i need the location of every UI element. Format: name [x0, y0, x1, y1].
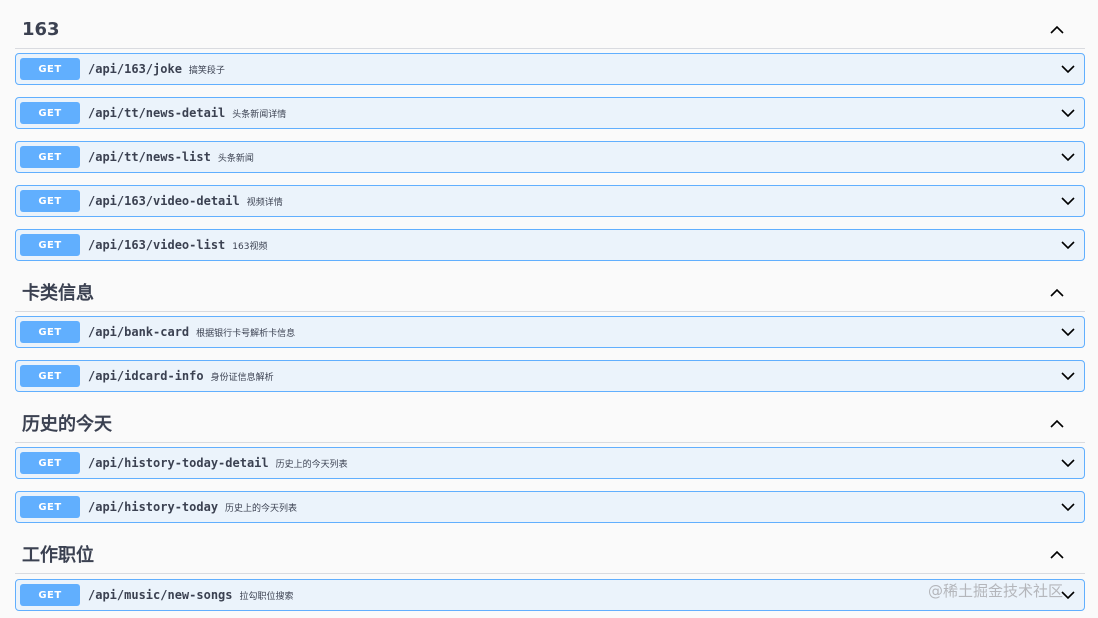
operation-row[interactable]: GET /api/history-today 历史上的今天列表 [15, 491, 1085, 523]
operation-path: /api/163/video-detail [88, 194, 240, 208]
section-title: 卡类信息 [22, 283, 94, 304]
operation-summary: 拉勾职位搜索 [239, 591, 294, 602]
operation-row[interactable]: GET /api/music/new-songs 拉勾职位搜索 [15, 579, 1085, 611]
operation-path: /api/tt/news-detail [88, 106, 226, 120]
chevron-down-icon[interactable] [1058, 497, 1078, 517]
chevron-down-icon[interactable] [1058, 453, 1078, 473]
operation-row[interactable]: GET /api/tt/news-list 头条新闻 [15, 141, 1085, 173]
operation-path: /api/music/new-songs [88, 588, 233, 602]
section-header-jobs[interactable]: 工作职位 [15, 535, 1085, 574]
operation-summary: 头条新闻详情 [232, 109, 287, 120]
chevron-down-icon[interactable] [1058, 366, 1078, 386]
operation-path: /api/history-today-detail [88, 456, 269, 470]
chevron-up-icon[interactable] [1047, 19, 1067, 39]
operation-path: /api/idcard-info [88, 369, 204, 383]
operation-row[interactable]: GET /api/tt/news-detail 头条新闻详情 [15, 97, 1085, 129]
chevron-down-icon[interactable] [1058, 322, 1078, 342]
method-badge: GET [20, 58, 80, 80]
operation-row[interactable]: GET /api/idcard-info 身份证信息解析 [15, 360, 1085, 392]
chevron-up-icon[interactable] [1047, 544, 1067, 564]
operation-row[interactable]: GET /api/163/video-list 163视频 [15, 229, 1085, 261]
operation-summary: 头条新闻 [217, 153, 254, 164]
chevron-down-icon[interactable] [1058, 235, 1078, 255]
chevron-up-icon[interactable] [1047, 282, 1067, 302]
operation-summary: 身份证信息解析 [210, 372, 274, 383]
method-badge: GET [20, 146, 80, 168]
method-badge: GET [20, 234, 80, 256]
chevron-down-icon[interactable] [1058, 191, 1078, 211]
method-badge: GET [20, 452, 80, 474]
operation-path: /api/163/video-list [88, 238, 226, 252]
operation-path: /api/bank-card [88, 325, 190, 339]
section-header-163[interactable]: 163 [15, 10, 1085, 49]
chevron-down-icon[interactable] [1058, 103, 1078, 123]
section-header-card-info[interactable]: 卡类信息 [15, 273, 1085, 312]
operation-summary: 历史上的今天列表 [275, 459, 348, 470]
operation-row[interactable]: GET /api/bank-card 根据银行卡号解析卡信息 [15, 316, 1085, 348]
method-badge: GET [20, 190, 80, 212]
operation-summary: 163视频 [232, 241, 268, 252]
section-title: 163 [22, 18, 60, 40]
operation-summary: 根据银行卡号解析卡信息 [196, 328, 296, 339]
section-title: 工作职位 [22, 545, 94, 566]
method-badge: GET [20, 496, 80, 518]
operation-summary: 历史上的今天列表 [225, 503, 298, 514]
operation-row[interactable]: GET /api/163/video-detail 视频详情 [15, 185, 1085, 217]
method-badge: GET [20, 584, 80, 606]
operation-summary: 视频详情 [246, 197, 283, 208]
method-badge: GET [20, 321, 80, 343]
operation-path: /api/163/joke [88, 62, 182, 76]
operation-row[interactable]: GET /api/163/joke 搞笑段子 [15, 53, 1085, 85]
operation-path: /api/tt/news-list [88, 150, 211, 164]
section-header-history-today[interactable]: 历史的今天 [15, 404, 1085, 443]
swagger-operations-list: 163 GET /api/163/joke 搞笑段子 GET /api/tt/n… [0, 0, 1098, 618]
method-badge: GET [20, 102, 80, 124]
chevron-down-icon[interactable] [1058, 147, 1078, 167]
method-badge: GET [20, 365, 80, 387]
chevron-down-icon[interactable] [1058, 585, 1078, 605]
operation-summary: 搞笑段子 [188, 65, 225, 76]
section-title: 历史的今天 [22, 414, 112, 435]
operation-row[interactable]: GET /api/history-today-detail 历史上的今天列表 [15, 447, 1085, 479]
chevron-up-icon[interactable] [1047, 413, 1067, 433]
chevron-down-icon[interactable] [1058, 59, 1078, 79]
operation-path: /api/history-today [88, 500, 219, 514]
